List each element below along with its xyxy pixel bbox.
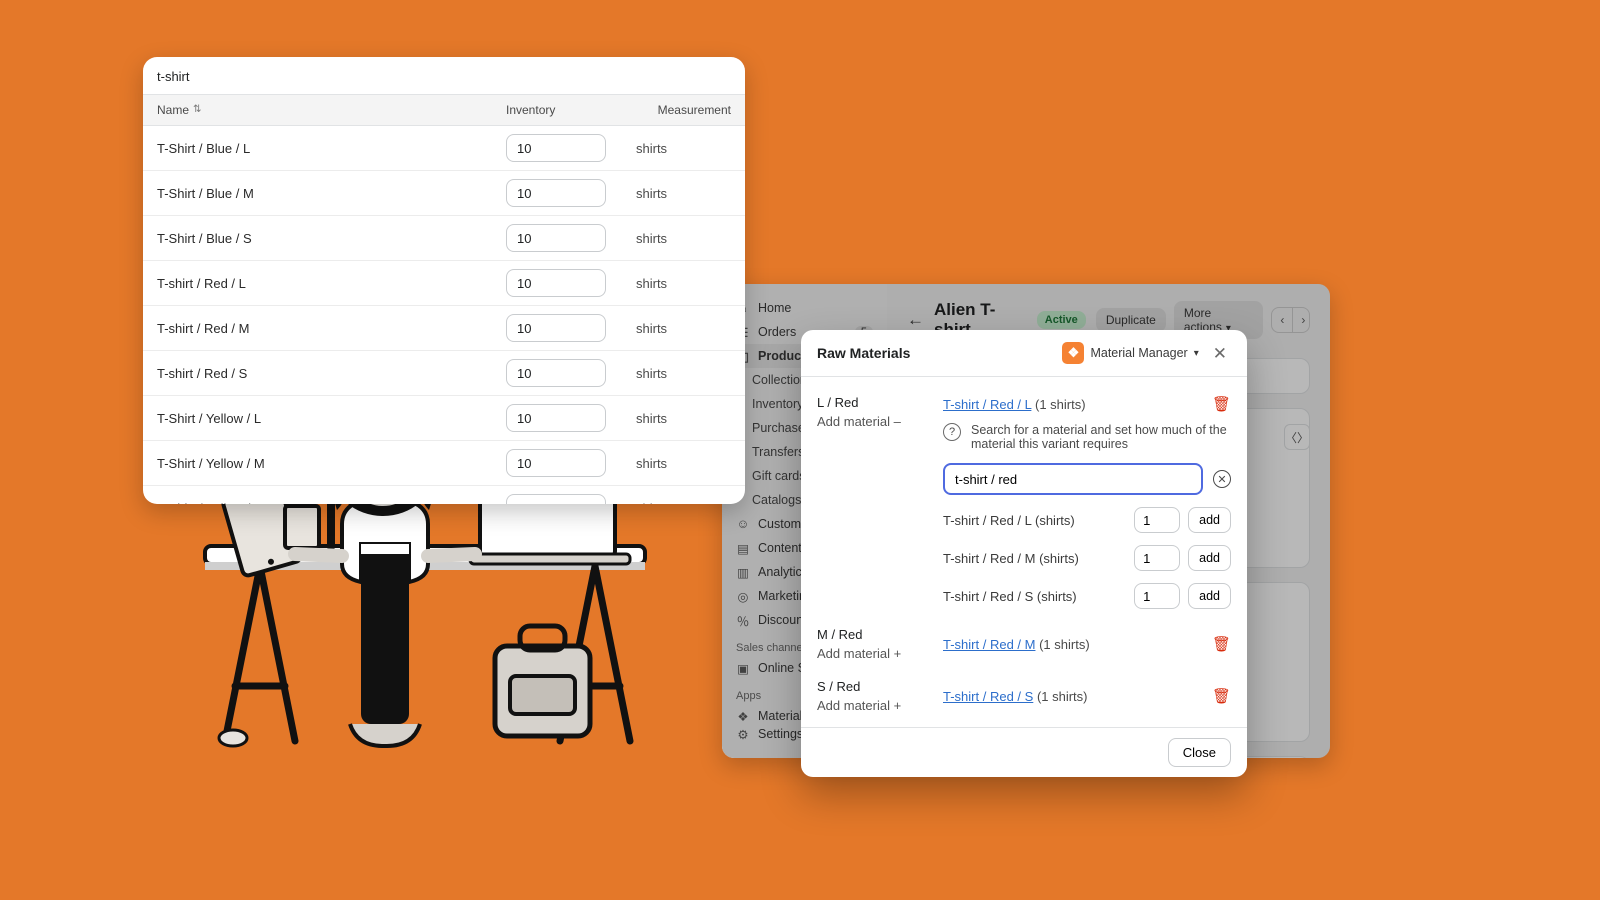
customers-icon: ☺ xyxy=(736,517,750,531)
material-option-row: T-shirt / Red / M (shirts) add xyxy=(943,545,1231,571)
content-icon: ▤ xyxy=(736,541,750,555)
sort-icon[interactable]: ⇅ xyxy=(193,106,201,114)
analytics-icon: ▥ xyxy=(736,565,750,579)
material-qty: (1 shirts) xyxy=(1039,637,1090,652)
inventory-unit: shirts xyxy=(636,276,731,291)
col-measurement-label: Measurement xyxy=(636,103,731,117)
code-toggle-button[interactable]: 〈〉 xyxy=(1284,424,1310,450)
inventory-unit: shirts xyxy=(636,141,731,156)
add-material-button[interactable]: add xyxy=(1188,545,1231,571)
inventory-unit: shirts xyxy=(636,366,731,381)
material-option-row: T-shirt / Red / S (shirts) add xyxy=(943,583,1231,609)
col-name-label[interactable]: Name xyxy=(157,103,189,117)
material-option-row: T-shirt / Red / L (shirts) add xyxy=(943,507,1231,533)
help-icon: ? xyxy=(943,423,961,441)
add-material-toggle[interactable]: Add material + xyxy=(817,646,927,661)
inventory-row-name[interactable]: T-Shirt / Yellow / M xyxy=(157,456,506,471)
inventory-qty-input[interactable] xyxy=(506,179,606,207)
add-material-button[interactable]: add xyxy=(1188,507,1231,533)
inventory-row: T-Shirt / Yellow / S shirts xyxy=(143,486,745,504)
inventory-row: T-shirt / Red / S shirts xyxy=(143,351,745,396)
inventory-table-header: Name ⇅ Inventory Measurement xyxy=(143,94,745,126)
inventory-unit: shirts xyxy=(636,501,731,505)
inventory-unit: shirts xyxy=(636,411,731,426)
add-material-toggle[interactable]: Add material + xyxy=(817,698,927,713)
material-qty-input[interactable] xyxy=(1134,545,1180,571)
inventory-qty-input[interactable] xyxy=(506,494,606,504)
material-option-label: T-shirt / Red / M (shirts) xyxy=(943,551,1134,566)
inventory-row: T-Shirt / Yellow / M shirts xyxy=(143,441,745,486)
store-icon: ▣ xyxy=(736,661,750,675)
inventory-unit: shirts xyxy=(636,231,731,246)
inventory-row: T-Shirt / Blue / S shirts xyxy=(143,216,745,261)
discounts-icon: ％ xyxy=(736,613,750,627)
close-button[interactable]: Close xyxy=(1168,738,1231,767)
close-icon[interactable]: ✕ xyxy=(1209,343,1231,364)
trash-icon[interactable]: 🗑 xyxy=(1212,635,1231,653)
variant-heading: M / Red xyxy=(817,627,927,642)
inventory-qty-input[interactable] xyxy=(506,404,606,432)
inventory-panel: t-shirt Name ⇅ Inventory Measurement T-S… xyxy=(143,57,745,504)
inventory-row-name[interactable]: T-Shirt / Blue / L xyxy=(157,141,506,156)
inventory-row: T-Shirt / Blue / M shirts xyxy=(143,171,745,216)
app-logo-icon: ❖ xyxy=(1062,342,1084,364)
inventory-unit: shirts xyxy=(636,456,731,471)
variant-heading: S / Red xyxy=(817,679,927,694)
material-link[interactable]: T-shirt / Red / L xyxy=(943,397,1031,412)
help-text: Search for a material and set how much o… xyxy=(971,423,1231,451)
material-search-input[interactable] xyxy=(943,463,1203,495)
inventory-qty-input[interactable] xyxy=(506,269,606,297)
raw-materials-modal: Raw Materials ❖ Material Manager ▾ ✕ L /… xyxy=(801,330,1247,777)
add-material-toggle[interactable]: Add material – xyxy=(817,414,927,429)
duplicate-button[interactable]: Duplicate xyxy=(1096,308,1166,332)
trash-icon[interactable]: 🗑 xyxy=(1212,687,1231,705)
gear-icon: ⚙ xyxy=(736,727,750,741)
inventory-row-name[interactable]: T-Shirt / Yellow / S xyxy=(157,501,506,505)
inventory-qty-input[interactable] xyxy=(506,359,606,387)
inventory-row-name[interactable]: T-Shirt / Yellow / L xyxy=(157,411,506,426)
material-option-label: T-shirt / Red / L (shirts) xyxy=(943,513,1134,528)
inventory-row-name[interactable]: T-Shirt / Blue / M xyxy=(157,186,506,201)
nav-home[interactable]: ⌂Home xyxy=(722,296,887,320)
status-badge: Active xyxy=(1037,311,1086,329)
marketing-icon: ◎ xyxy=(736,589,750,603)
app-name: Material Manager xyxy=(1090,346,1187,360)
inventory-row-name[interactable]: T-shirt / Red / S xyxy=(157,366,506,381)
pager-next-icon: › xyxy=(1293,308,1310,332)
material-qty-input[interactable] xyxy=(1134,507,1180,533)
inventory-search-value[interactable]: t-shirt xyxy=(143,57,745,94)
variant-heading: L / Red xyxy=(817,395,927,410)
modal-title: Raw Materials xyxy=(817,345,910,361)
pager-prev-icon: ‹ xyxy=(1272,308,1293,332)
trash-icon[interactable]: 🗑 xyxy=(1212,395,1231,413)
inventory-row: T-Shirt / Yellow / L shirts xyxy=(143,396,745,441)
add-material-button[interactable]: add xyxy=(1188,583,1231,609)
pager[interactable]: ‹› xyxy=(1271,307,1310,333)
material-option-label: T-shirt / Red / S (shirts) xyxy=(943,589,1134,604)
inventory-unit: shirts xyxy=(636,321,731,336)
material-qty: (1 shirts) xyxy=(1037,689,1088,704)
inventory-qty-input[interactable] xyxy=(506,134,606,162)
clear-icon[interactable]: ✕ xyxy=(1213,470,1231,488)
material-link[interactable]: T-shirt / Red / M xyxy=(943,637,1035,652)
inventory-qty-input[interactable] xyxy=(506,224,606,252)
inventory-row: T-Shirt / Blue / L shirts xyxy=(143,126,745,171)
chevron-down-icon: ▾ xyxy=(1194,348,1199,359)
inventory-qty-input[interactable] xyxy=(506,449,606,477)
material-qty-input[interactable] xyxy=(1134,583,1180,609)
inventory-qty-input[interactable] xyxy=(506,314,606,342)
inventory-row-name[interactable]: T-shirt / Red / M xyxy=(157,321,506,336)
app-chip[interactable]: ❖ Material Manager ▾ xyxy=(1062,342,1198,364)
material-qty: (1 shirts) xyxy=(1035,397,1086,412)
back-icon[interactable]: ← xyxy=(907,310,924,330)
material-link[interactable]: T-shirt / Red / S xyxy=(943,689,1033,704)
col-inventory-label: Inventory xyxy=(506,103,636,117)
inventory-unit: shirts xyxy=(636,186,731,201)
app-icon: ❖ xyxy=(736,709,750,723)
inventory-row: T-shirt / Red / L shirts xyxy=(143,261,745,306)
inventory-row-name[interactable]: T-Shirt / Blue / S xyxy=(157,231,506,246)
inventory-row: T-shirt / Red / M shirts xyxy=(143,306,745,351)
inventory-row-name[interactable]: T-shirt / Red / L xyxy=(157,276,506,291)
